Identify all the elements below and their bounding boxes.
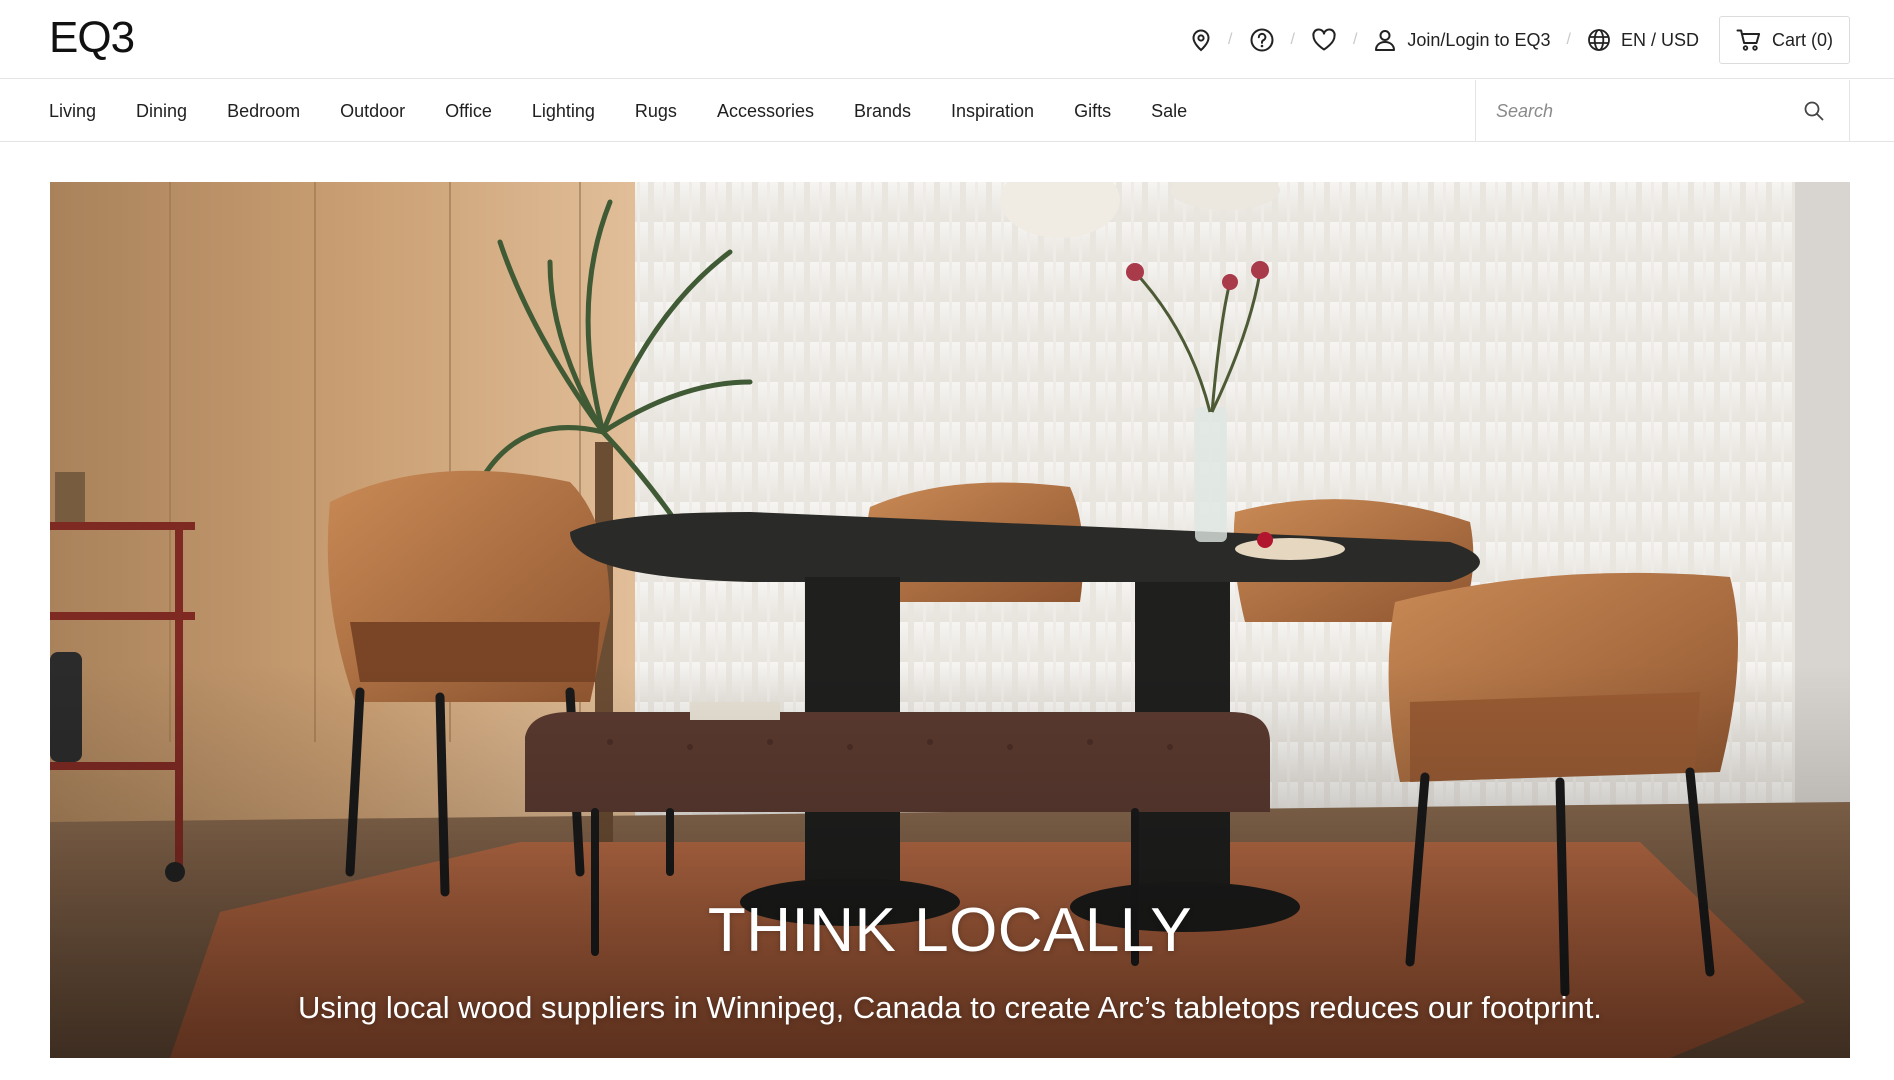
locale-label: EN / USD	[1620, 29, 1699, 50]
hero-banner[interactable]: THINK LOCALLY Using local wood suppliers…	[50, 182, 1850, 1058]
search-icon[interactable]	[1803, 100, 1825, 122]
utility-bar: / / / Join/Login to EQ3 / EN / USD Cart …	[1176, 16, 1850, 64]
cart-button[interactable]: Cart (0)	[1718, 16, 1850, 64]
wishlist-button[interactable]	[1297, 16, 1351, 64]
eq3-logo[interactable]: EQ3	[49, 16, 135, 60]
nav-item-dining[interactable]: Dining	[136, 101, 187, 122]
nav-item-bedroom[interactable]: Bedroom	[227, 101, 300, 122]
globe-icon	[1587, 28, 1611, 52]
nav-item-office[interactable]: Office	[445, 101, 492, 122]
search-box	[1475, 80, 1850, 142]
user-icon	[1373, 28, 1397, 52]
separator: /	[1228, 31, 1233, 48]
question-circle-icon	[1249, 27, 1275, 53]
nav-item-gifts[interactable]: Gifts	[1074, 101, 1111, 122]
heart-icon	[1311, 28, 1337, 52]
store-locator-button[interactable]	[1176, 16, 1226, 64]
hero-title: THINK LOCALLY	[707, 896, 1193, 965]
nav-item-lighting[interactable]: Lighting	[532, 101, 595, 122]
nav-item-inspiration[interactable]: Inspiration	[951, 101, 1034, 122]
hero-subtitle: Using local wood suppliers in Winnipeg, …	[298, 990, 1602, 1025]
map-pin-icon	[1190, 28, 1212, 52]
nav-item-living[interactable]: Living	[49, 101, 96, 122]
cart-label: Cart (0)	[1771, 29, 1833, 50]
separator: /	[1566, 31, 1571, 48]
shopping-cart-icon	[1736, 28, 1762, 52]
nav-item-sale[interactable]: Sale	[1151, 101, 1187, 122]
login-label: Join/Login to EQ3	[1407, 29, 1551, 50]
main-navigation: Living Dining Bedroom Outdoor Office Lig…	[0, 80, 1894, 142]
search-input[interactable]	[1496, 100, 1786, 122]
login-button[interactable]: Join/Login to EQ3	[1359, 16, 1564, 64]
locale-selector[interactable]: EN / USD	[1573, 16, 1713, 64]
nav-item-outdoor[interactable]: Outdoor	[340, 101, 405, 122]
nav-item-accessories[interactable]: Accessories	[717, 101, 814, 122]
separator: /	[1352, 31, 1358, 48]
category-menu: Living Dining Bedroom Outdoor Office Lig…	[49, 80, 1227, 142]
top-header: EQ3 / / / Join/Login to EQ3 / EN / USD C…	[0, 0, 1894, 79]
separator: /	[1290, 31, 1295, 48]
nav-item-rugs[interactable]: Rugs	[635, 101, 677, 122]
help-button[interactable]	[1235, 16, 1289, 64]
nav-item-brands[interactable]: Brands	[854, 101, 911, 122]
